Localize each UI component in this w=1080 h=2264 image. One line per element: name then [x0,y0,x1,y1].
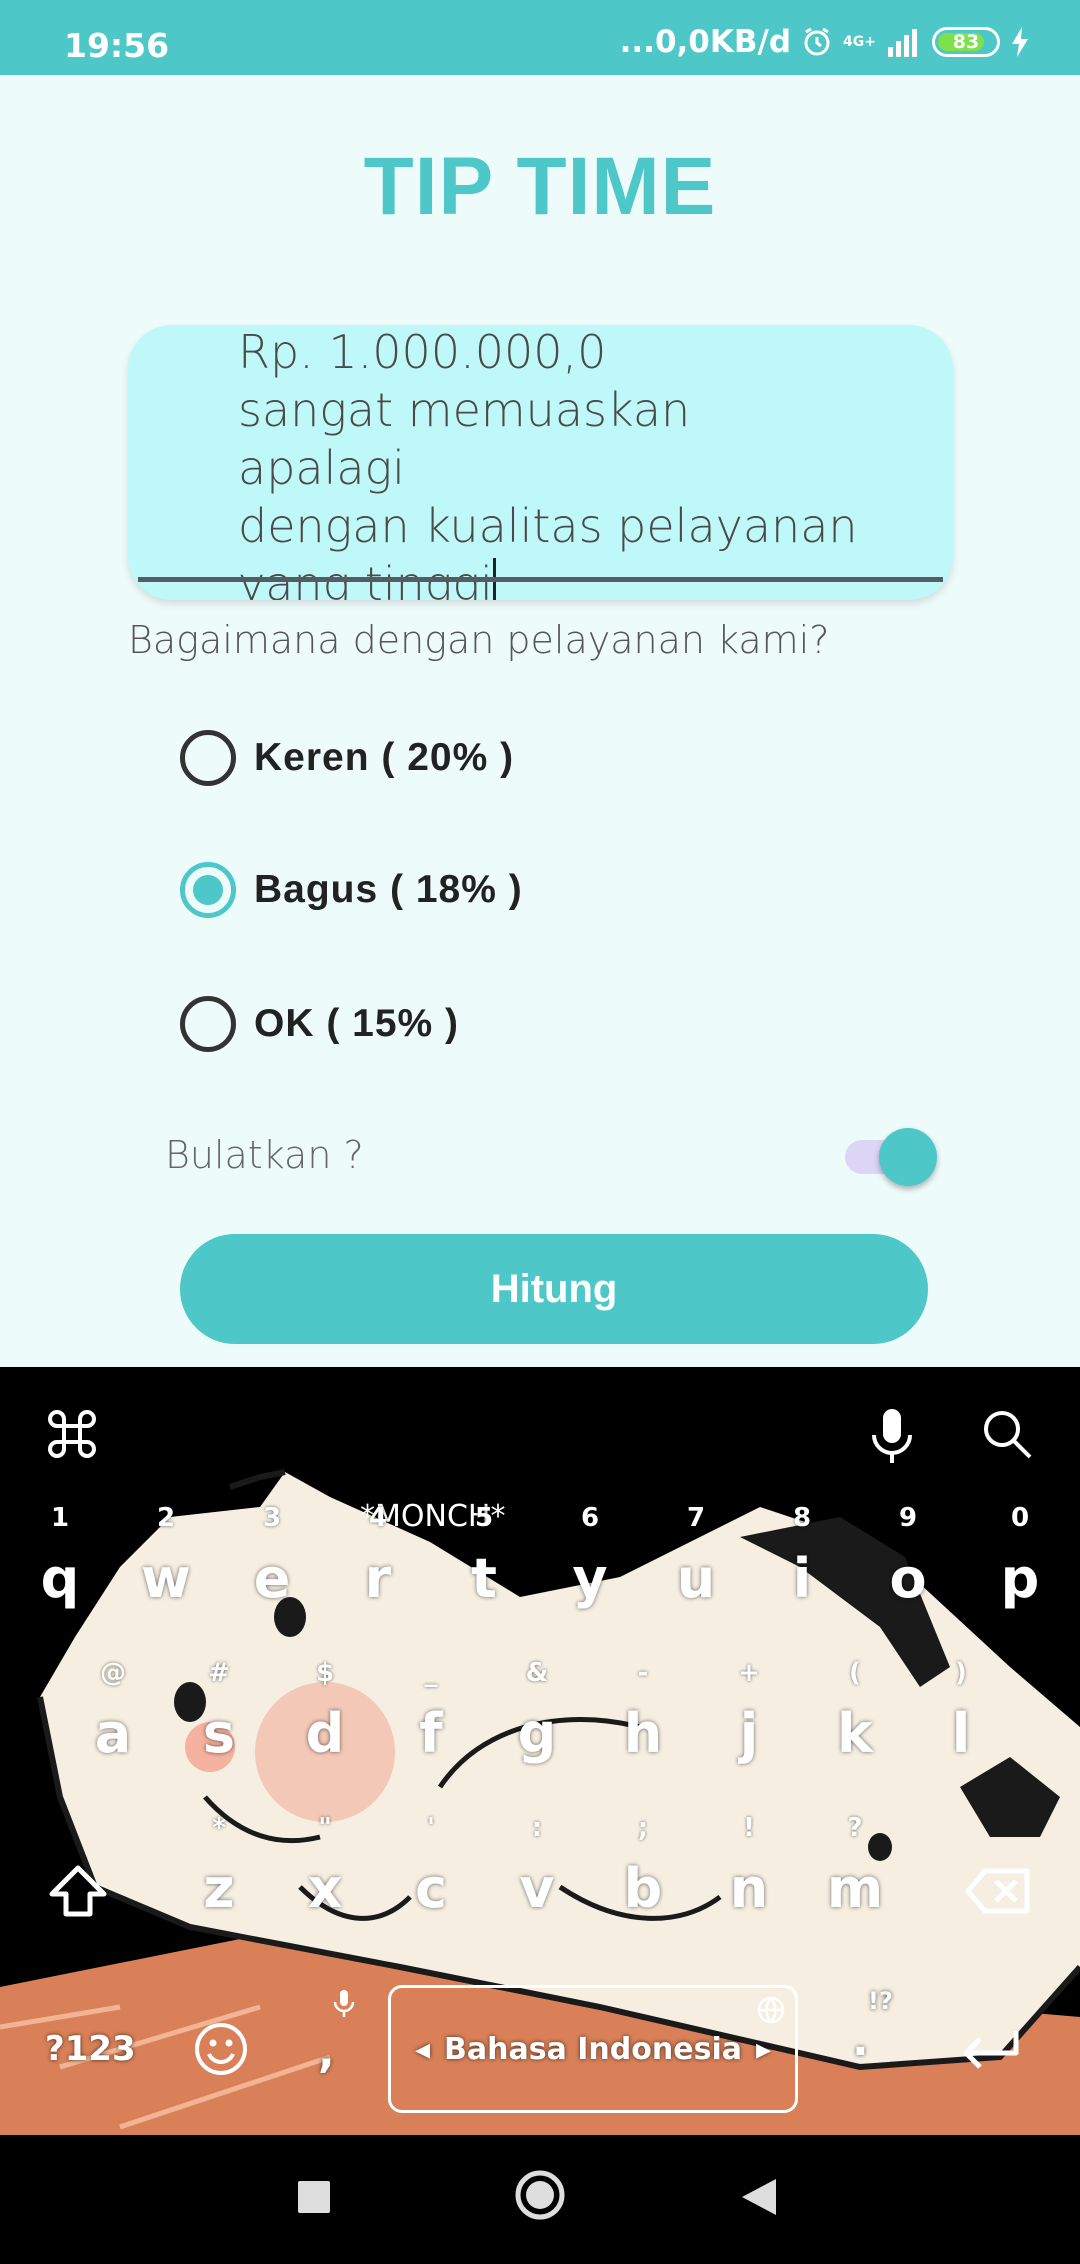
key-u[interactable]: 7u [651,1503,741,1610]
radio-button[interactable] [180,730,236,786]
shift-icon[interactable] [48,1864,108,1925]
key-a[interactable]: @ a [68,1658,158,1765]
radio-button[interactable] [180,862,236,918]
key-j[interactable]: + j [704,1658,794,1765]
search-icon[interactable] [980,1407,1034,1466]
status-icons: ...0,0KB/d 4G+ 83 [620,24,1030,60]
symbols-key[interactable]: ?123 [45,2029,136,2069]
globe-icon[interactable] [756,1995,786,2030]
key-c[interactable]: ' c [386,1813,476,1920]
key-o[interactable]: 9o [863,1503,953,1610]
key-e[interactable]: 3e [227,1503,317,1610]
navigation-bar [0,2135,1080,2264]
soft-keyboard: *MONCH* 1q 2w 3e 4r 5t 6y 7u 8i 9o 0p @ a… [0,1367,1080,2135]
clock: 19:56 [64,26,170,65]
radio-label: Bagus ( 18% ) [254,868,523,911]
key-s[interactable]: # s [174,1658,264,1765]
key-k[interactable]: (k [810,1658,900,1765]
battery-icon: 83 [932,27,1000,57]
key-d[interactable]: $ d [280,1658,370,1765]
key-q[interactable]: 1q [15,1503,105,1610]
key-p[interactable]: 0p [975,1503,1065,1610]
recents-icon[interactable] [296,2179,332,2220]
comma-key[interactable]: , [318,2027,335,2078]
key-l[interactable]: ) l [916,1658,1006,1765]
period-key[interactable]: . [852,2015,869,2066]
key-r[interactable]: 4r [333,1503,423,1610]
key-i[interactable]: 8i [757,1503,847,1610]
charging-icon [1010,26,1030,58]
home-icon[interactable] [514,2169,566,2226]
key-f[interactable]: _ f [386,1658,476,1765]
network-type: 4G+ [843,34,876,50]
alarm-icon [801,26,833,58]
service-cost-value: Rp. 1.000.000,0 sangat memuaskan apalagi… [238,325,858,600]
service-cost-field[interactable]: Rp. 1.000.000,0 sangat memuaskan apalagi… [128,325,953,600]
space-bar-language: Bahasa Indonesia [444,2031,742,2067]
radio-button[interactable] [180,996,236,1052]
key-y[interactable]: 6y [545,1503,635,1610]
key-h[interactable]: -h [598,1658,688,1765]
key-n[interactable]: ! n [704,1813,794,1920]
key-v[interactable]: :v [492,1813,582,1920]
emoji-icon[interactable] [193,2021,249,2082]
backspace-icon[interactable] [965,1867,1031,1920]
key-m[interactable]: ? m [810,1813,900,1920]
radio-option-keren[interactable]: Keren ( 20% ) [180,730,514,786]
radio-option-bagus[interactable]: Bagus ( 18% ) [180,862,523,918]
service-question: Bagaimana dengan pelayanan kami? [128,618,830,662]
key-z[interactable]: * z [174,1813,264,1920]
key-g[interactable]: & g [492,1658,582,1765]
mic-icon[interactable] [868,1407,916,1470]
battery-level: 83 [952,31,980,53]
enter-icon[interactable] [960,2027,1022,2080]
comma-mic-hint-icon [333,1989,355,2024]
space-bar[interactable]: ◂ Bahasa Indonesia ▸ [388,1985,798,2113]
round-up-label: Bulatkan ? [165,1133,364,1177]
radio-label: Keren ( 20% ) [254,736,515,779]
back-icon[interactable] [740,2177,778,2222]
status-bar: 19:56 ...0,0KB/d 4G+ 83 [0,0,1080,75]
radio-label: OK ( 15% ) [254,1002,460,1045]
field-underline [138,577,943,582]
calculate-button[interactable]: Hitung [180,1234,928,1344]
key-t[interactable]: 5t [439,1503,529,1610]
network-speed: ...0,0KB/d [619,24,792,60]
key-b[interactable]: ; b [598,1813,688,1920]
page-title: TIP TIME [363,141,717,232]
command-icon[interactable] [45,1407,99,1466]
key-x[interactable]: " x [280,1813,370,1920]
signal-icon [886,27,922,57]
key-w[interactable]: 2w [121,1503,211,1610]
period-hint: !? [868,1987,893,2015]
radio-option-ok[interactable]: OK ( 15% ) [180,996,459,1052]
round-up-switch[interactable] [845,1128,937,1186]
